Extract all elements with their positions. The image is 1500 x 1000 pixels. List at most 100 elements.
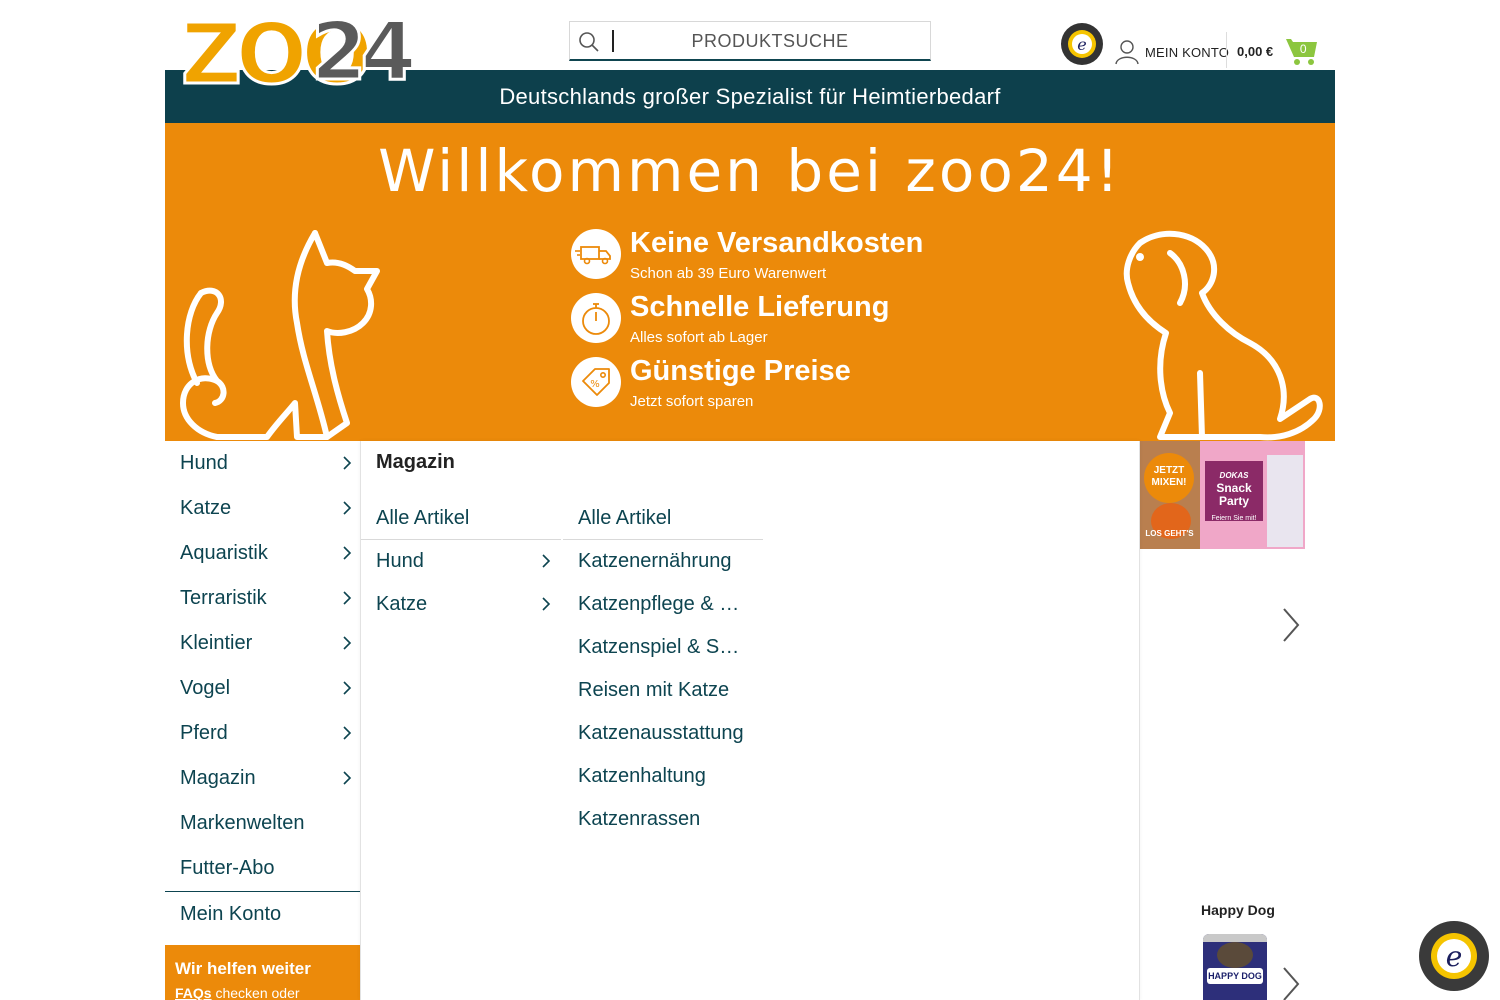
usp-icon-circle	[571, 229, 621, 279]
price-tag-icon: %	[582, 368, 610, 396]
help-title: Wir helfen weiter	[175, 959, 311, 978]
truck-icon	[575, 246, 611, 265]
chevron-right-icon	[542, 554, 551, 568]
trusted-shops-badge-icon[interactable]: e	[1060, 22, 1104, 66]
search-bar[interactable]	[569, 21, 931, 61]
can-lid	[1203, 934, 1267, 942]
usp-icon-circle	[571, 293, 621, 343]
search-input[interactable]	[620, 26, 920, 56]
sidebar-item-mein-konto[interactable]: Mein Konto	[165, 892, 360, 937]
menu-item-hund[interactable]: Hund	[361, 540, 561, 583]
usp-title: Günstige Preise	[630, 355, 851, 387]
snack-stick-image	[1267, 455, 1303, 547]
usp-title: Keine Versandkosten	[630, 227, 924, 259]
sidebar-item-label: Vogel	[180, 677, 231, 699]
chevron-right-icon	[343, 546, 352, 560]
svg-text:24: 24	[311, 5, 413, 89]
menu-item-label: Katzenausstattung	[578, 722, 744, 744]
snack-party-promo-banner[interactable]: JETZT MIXEN! LOS GEHT'S DOKAS Snack Part…	[1139, 441, 1305, 549]
cart-price: 0,00 €	[1237, 43, 1274, 59]
sidebar-item-katze[interactable]: Katze	[165, 486, 360, 531]
help-text-rest: checken oder	[211, 985, 300, 1000]
menu-item-alle-artikel[interactable]: Alle Artikel	[361, 497, 561, 540]
help-box: Wir helfen weiter FAQs checken oder	[165, 945, 360, 1000]
menu-item-katzenausstattung[interactable]: Katzenausstattung	[563, 712, 763, 755]
user-icon	[1115, 40, 1139, 65]
cart-link[interactable]: 0,00 € 0	[1237, 36, 1319, 66]
menu-item-katzenspiel[interactable]: Katzenspiel & Spaß	[563, 626, 763, 669]
mega-menu-title: Magazin	[376, 451, 455, 473]
usp-title: Schnelle Lieferung	[630, 291, 890, 323]
sidebar-item-pferd[interactable]: Pferd	[165, 711, 360, 756]
sidebar-item-aquaristik[interactable]: Aquaristik	[165, 531, 360, 576]
usp-subtitle: Jetzt sofort sparen	[630, 393, 754, 410]
cart-count: 0	[1299, 42, 1307, 56]
stopwatch-icon	[582, 303, 610, 335]
zoo24-logo[interactable]: ZOO 24	[179, 4, 439, 105]
chevron-right-icon	[343, 456, 352, 470]
menu-item-label: Hund	[376, 550, 424, 572]
promo-product: Snack Party	[1216, 481, 1252, 508]
trusted-shops-guarantee-seal-icon[interactable]: e	[1418, 920, 1490, 992]
menu-item-label: Katzenspiel & Spaß	[578, 636, 748, 658]
category-sidebar: Hund Katze Aquaristik Terraristik Kleint…	[165, 441, 360, 937]
usp-free-shipping: Keine Versandkosten Schon ab 39 Euro War…	[571, 227, 1071, 283]
menu-item-label: Katzenpflege & Gesundheit	[578, 593, 748, 615]
sidebar-item-label: Hund	[180, 452, 228, 474]
cart-basket: 0	[1285, 36, 1319, 66]
promo-slogan: Feiern Sie mit!	[1211, 515, 1257, 522]
sidebar-item-futter-abo[interactable]: Futter-Abo	[165, 846, 360, 891]
menu-item-label: Katzenhaltung	[578, 765, 706, 787]
menu-item-katzenernaehrung[interactable]: Katzenernährung	[563, 540, 763, 583]
sidebar-item-terraristik[interactable]: Terraristik	[165, 576, 360, 621]
brand-carousel-next-arrow-icon[interactable]	[1280, 966, 1302, 1000]
sidebar-item-label: Pferd	[180, 722, 228, 744]
tagline-text: Deutschlands großer Spezialist für Heimt…	[499, 83, 1001, 109]
sidebar-item-vogel[interactable]: Vogel	[165, 666, 360, 711]
sidebar-item-label: Mein Konto	[180, 903, 282, 925]
menu-item-katzenrassen[interactable]: Katzenrassen	[563, 798, 763, 841]
zoo24-logo-mark: ZOO 24	[180, 4, 421, 105]
mega-menu-column-2: Alle Artikel Katzenernährung Katzenpfleg…	[563, 497, 763, 841]
sidebar-item-markenwelten[interactable]: Markenwelten	[165, 801, 360, 846]
menu-item-katze-alle-artikel[interactable]: Alle Artikel	[563, 497, 763, 540]
chevron-right-icon	[343, 501, 352, 515]
hero-banner[interactable]: Willkommen bei zoo24! Keine Versandkoste…	[165, 123, 1335, 441]
brand-card-label[interactable]: Happy Dog	[1201, 902, 1275, 918]
svg-text:e: e	[1077, 35, 1086, 54]
menu-item-label: Katzenrassen	[578, 808, 701, 830]
chevron-right-icon	[343, 771, 352, 785]
dog-photo	[1217, 942, 1253, 968]
sidebar-item-label: Magazin	[180, 767, 256, 789]
faq-link[interactable]: FAQs	[175, 985, 212, 1000]
carousel-next-arrow-icon[interactable]	[1280, 607, 1302, 643]
sidebar-item-label: Futter-Abo	[180, 857, 275, 879]
promo-product-box: DOKAS Snack Party Feiern Sie mit!	[1205, 461, 1263, 522]
svg-text:e: e	[1446, 940, 1463, 973]
can-brand-text: HAPPY DOG	[1207, 968, 1263, 984]
welcome-heading: Willkommen bei zoo24!	[378, 137, 1122, 205]
happy-dog-product-image[interactable]: HAPPY DOG	[1203, 934, 1267, 1000]
menu-item-label: Reisen mit Katze	[578, 679, 730, 701]
usp-fast-delivery: Schnelle Lieferung Alles sofort ab Lager	[571, 291, 1071, 347]
sidebar-item-label: Kleintier	[180, 632, 253, 654]
menu-item-label: Alle Artikel	[376, 506, 470, 529]
sidebar-item-magazin[interactable]: Magazin	[165, 756, 360, 801]
page: ZOO 24 e MEIN KONTO	[0, 0, 1500, 1000]
menu-item-katzenhaltung[interactable]: Katzenhaltung	[563, 755, 763, 798]
header-divider	[1226, 32, 1227, 68]
usp-low-prices: % Günstige Preise Jetzt sofort sparen	[571, 355, 1071, 411]
search-icon[interactable]	[578, 31, 600, 53]
svg-text:%: %	[590, 379, 600, 390]
account-link[interactable]: MEIN KONTO	[1115, 38, 1229, 66]
chevron-right-icon	[343, 681, 352, 695]
menu-item-katzenpflege[interactable]: Katzenpflege & Gesundheit	[563, 583, 763, 626]
mega-menu-column-1: Alle Artikel Hund Katze	[361, 497, 561, 626]
cat-outline-icon	[180, 230, 380, 440]
site-header: ZOO 24 e MEIN KONTO	[165, 0, 1335, 105]
account-label: MEIN KONTO	[1145, 44, 1230, 60]
menu-item-katze[interactable]: Katze	[361, 583, 561, 626]
menu-item-reisen-mit-katze[interactable]: Reisen mit Katze	[563, 669, 763, 712]
sidebar-item-kleintier[interactable]: Kleintier	[165, 621, 360, 666]
sidebar-item-hund[interactable]: Hund	[165, 441, 360, 486]
